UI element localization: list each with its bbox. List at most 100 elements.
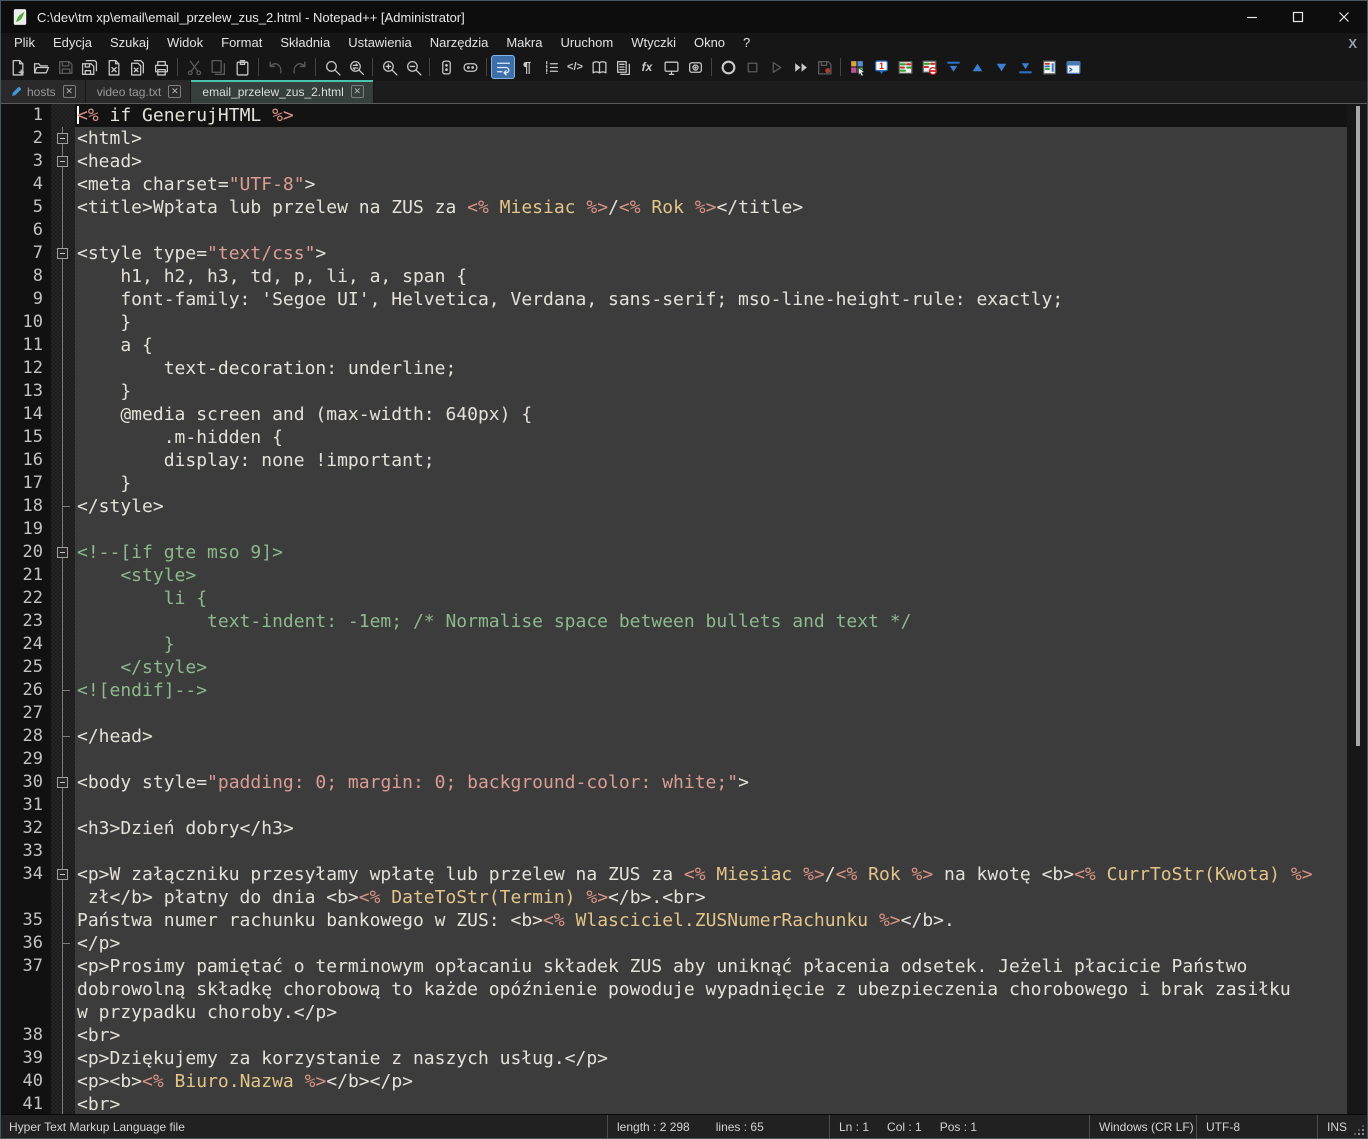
- fold-margin: [51, 886, 75, 909]
- fold-margin: [51, 656, 75, 679]
- copy-icon[interactable]: [206, 55, 230, 79]
- close-all-icon[interactable]: [125, 55, 149, 79]
- fold-collapse-icon[interactable]: [57, 869, 68, 880]
- undo-icon[interactable]: [263, 55, 287, 79]
- tab-email-przelew-zus[interactable]: email_przelew_zus_2.html✕: [191, 80, 373, 103]
- close-file-icon[interactable]: [101, 55, 125, 79]
- menu-item-makra[interactable]: Makra: [497, 33, 551, 53]
- word-wrap-icon[interactable]: [491, 55, 515, 79]
- macro-play-icon[interactable]: [764, 55, 788, 79]
- macro-record-icon[interactable]: [716, 55, 740, 79]
- compare-prev-icon[interactable]: [965, 55, 989, 79]
- fold-margin: [51, 725, 75, 748]
- sync-vertical-icon[interactable]: [434, 55, 458, 79]
- line-number: 9: [1, 288, 51, 311]
- status-encoding[interactable]: UTF-8: [1196, 1115, 1317, 1138]
- fold-collapse-icon[interactable]: [57, 156, 68, 167]
- doc-map-icon[interactable]: [587, 55, 611, 79]
- compare-next-icon[interactable]: [989, 55, 1013, 79]
- save-icon[interactable]: [53, 55, 77, 79]
- menu-item-format[interactable]: Format: [212, 33, 271, 53]
- compare-nav-bar-icon[interactable]: [1037, 55, 1061, 79]
- close-tab-icon[interactable]: ✕: [168, 85, 181, 98]
- menu-item-help[interactable]: ?: [734, 33, 759, 53]
- vertical-scrollbar[interactable]: [1347, 104, 1367, 1114]
- fold-collapse-icon[interactable]: [57, 248, 68, 259]
- tab-hosts[interactable]: hosts✕: [1, 80, 86, 103]
- code-line-15: 15 .m-hidden {: [1, 426, 1347, 449]
- new-file-icon[interactable]: [5, 55, 29, 79]
- paste-icon[interactable]: [230, 55, 254, 79]
- code-text: <body style="padding: 0; margin: 0; back…: [75, 772, 749, 793]
- compare-clear-icon[interactable]: [917, 55, 941, 79]
- macro-stop-icon[interactable]: [740, 55, 764, 79]
- replace-icon[interactable]: [344, 55, 368, 79]
- editor-pane[interactable]: 1<% if GenerujHTML %>2<html>3<head>4<met…: [1, 104, 1367, 1114]
- code-line-content: <p>Dziękujemy za korzystanie z naszych u…: [75, 1047, 1347, 1070]
- print-icon[interactable]: [149, 55, 173, 79]
- code-line-wrap: w przypadku choroby.</p>: [1, 1001, 1347, 1024]
- tab-video-tag[interactable]: video tag.txt✕: [86, 80, 192, 103]
- status-caret-position: Ln : 1 Col : 1 Pos : 1: [829, 1115, 1089, 1138]
- menu-item-uruchom[interactable]: Uruchom: [551, 33, 622, 53]
- maximize-button[interactable]: [1275, 1, 1321, 33]
- close-tab-icon[interactable]: ✕: [63, 85, 76, 98]
- menu-item-edycja[interactable]: Edycja: [44, 33, 101, 53]
- line-number: 10: [1, 311, 51, 334]
- compare-first-icon[interactable]: [941, 55, 965, 79]
- doc-switcher-icon[interactable]: [659, 55, 683, 79]
- menu-item-plik[interactable]: Plik: [5, 33, 44, 53]
- code-line-4: 4<meta charset="UTF-8">: [1, 173, 1347, 196]
- menu-item-widok[interactable]: Widok: [158, 33, 212, 53]
- code-text: text-decoration: underline;: [75, 358, 456, 379]
- scrollbar-thumb[interactable]: [1356, 106, 1360, 746]
- menu-item-wtyczki[interactable]: Wtyczki: [622, 33, 685, 53]
- status-eol-format[interactable]: Windows (CR LF): [1089, 1115, 1196, 1138]
- close-tab-icon[interactable]: ✕: [351, 85, 364, 98]
- code-line-content: [75, 219, 1347, 242]
- doc-list-icon[interactable]: [611, 55, 635, 79]
- find-icon[interactable]: [320, 55, 344, 79]
- function-list-icon[interactable]: fx: [635, 55, 659, 79]
- show-console-icon[interactable]: [1061, 55, 1085, 79]
- fold-collapse-icon[interactable]: [57, 133, 68, 144]
- code-area[interactable]: 1<% if GenerujHTML %>2<html>3<head>4<met…: [1, 104, 1347, 1114]
- menu-item-szukaj[interactable]: Szukaj: [101, 33, 158, 53]
- code-line-content: display: none !important;: [75, 449, 1347, 472]
- compare-last-icon[interactable]: [1013, 55, 1037, 79]
- title-bar: C:\dev\tm xp\email\email_przelew_zus_2.h…: [1, 1, 1367, 33]
- open-file-icon[interactable]: [29, 55, 53, 79]
- code-text: display: none !important;: [75, 450, 435, 471]
- macro-run-multiple-icon[interactable]: [788, 55, 812, 79]
- customize-toolbar-icon[interactable]: [845, 55, 869, 79]
- line-number: 2: [1, 127, 51, 150]
- menu-item-skladnia[interactable]: Składnia: [271, 33, 339, 53]
- fold-collapse-icon[interactable]: [57, 777, 68, 788]
- zoom-in-icon[interactable]: [377, 55, 401, 79]
- code-line-content: <body style="padding: 0; margin: 0; back…: [75, 771, 1347, 794]
- compare-icon[interactable]: [893, 55, 917, 79]
- html-tag-icon[interactable]: </>: [563, 55, 587, 79]
- menu-item-narzedzia[interactable]: Narzędzia: [421, 33, 498, 53]
- fold-collapse-icon[interactable]: [57, 547, 68, 558]
- close-document-x[interactable]: X: [1348, 36, 1357, 51]
- menu-item-ustawienia[interactable]: Ustawienia: [339, 33, 421, 53]
- minimize-button[interactable]: [1229, 1, 1275, 33]
- sync-horizontal-icon[interactable]: [458, 55, 482, 79]
- redo-icon[interactable]: [287, 55, 311, 79]
- close-button[interactable]: [1321, 1, 1367, 33]
- menu-item-okno[interactable]: Okno: [685, 33, 734, 53]
- indent-guide-icon[interactable]: [539, 55, 563, 79]
- macro-save-icon[interactable]: [812, 55, 836, 79]
- show-all-characters-icon[interactable]: ¶: [515, 55, 539, 79]
- line-number: 21: [1, 564, 51, 587]
- save-all-icon[interactable]: [77, 55, 101, 79]
- resize-grip[interactable]: [1351, 1115, 1367, 1138]
- zoom-out-icon[interactable]: [401, 55, 425, 79]
- status-doctype: Hyper Text Markup Language file: [1, 1115, 607, 1138]
- status-typing-mode[interactable]: INS: [1317, 1115, 1351, 1138]
- monitoring-icon[interactable]: [683, 55, 707, 79]
- cut-icon[interactable]: [182, 55, 206, 79]
- line-number: 25: [1, 656, 51, 679]
- compare-set-first-icon[interactable]: 1: [869, 55, 893, 79]
